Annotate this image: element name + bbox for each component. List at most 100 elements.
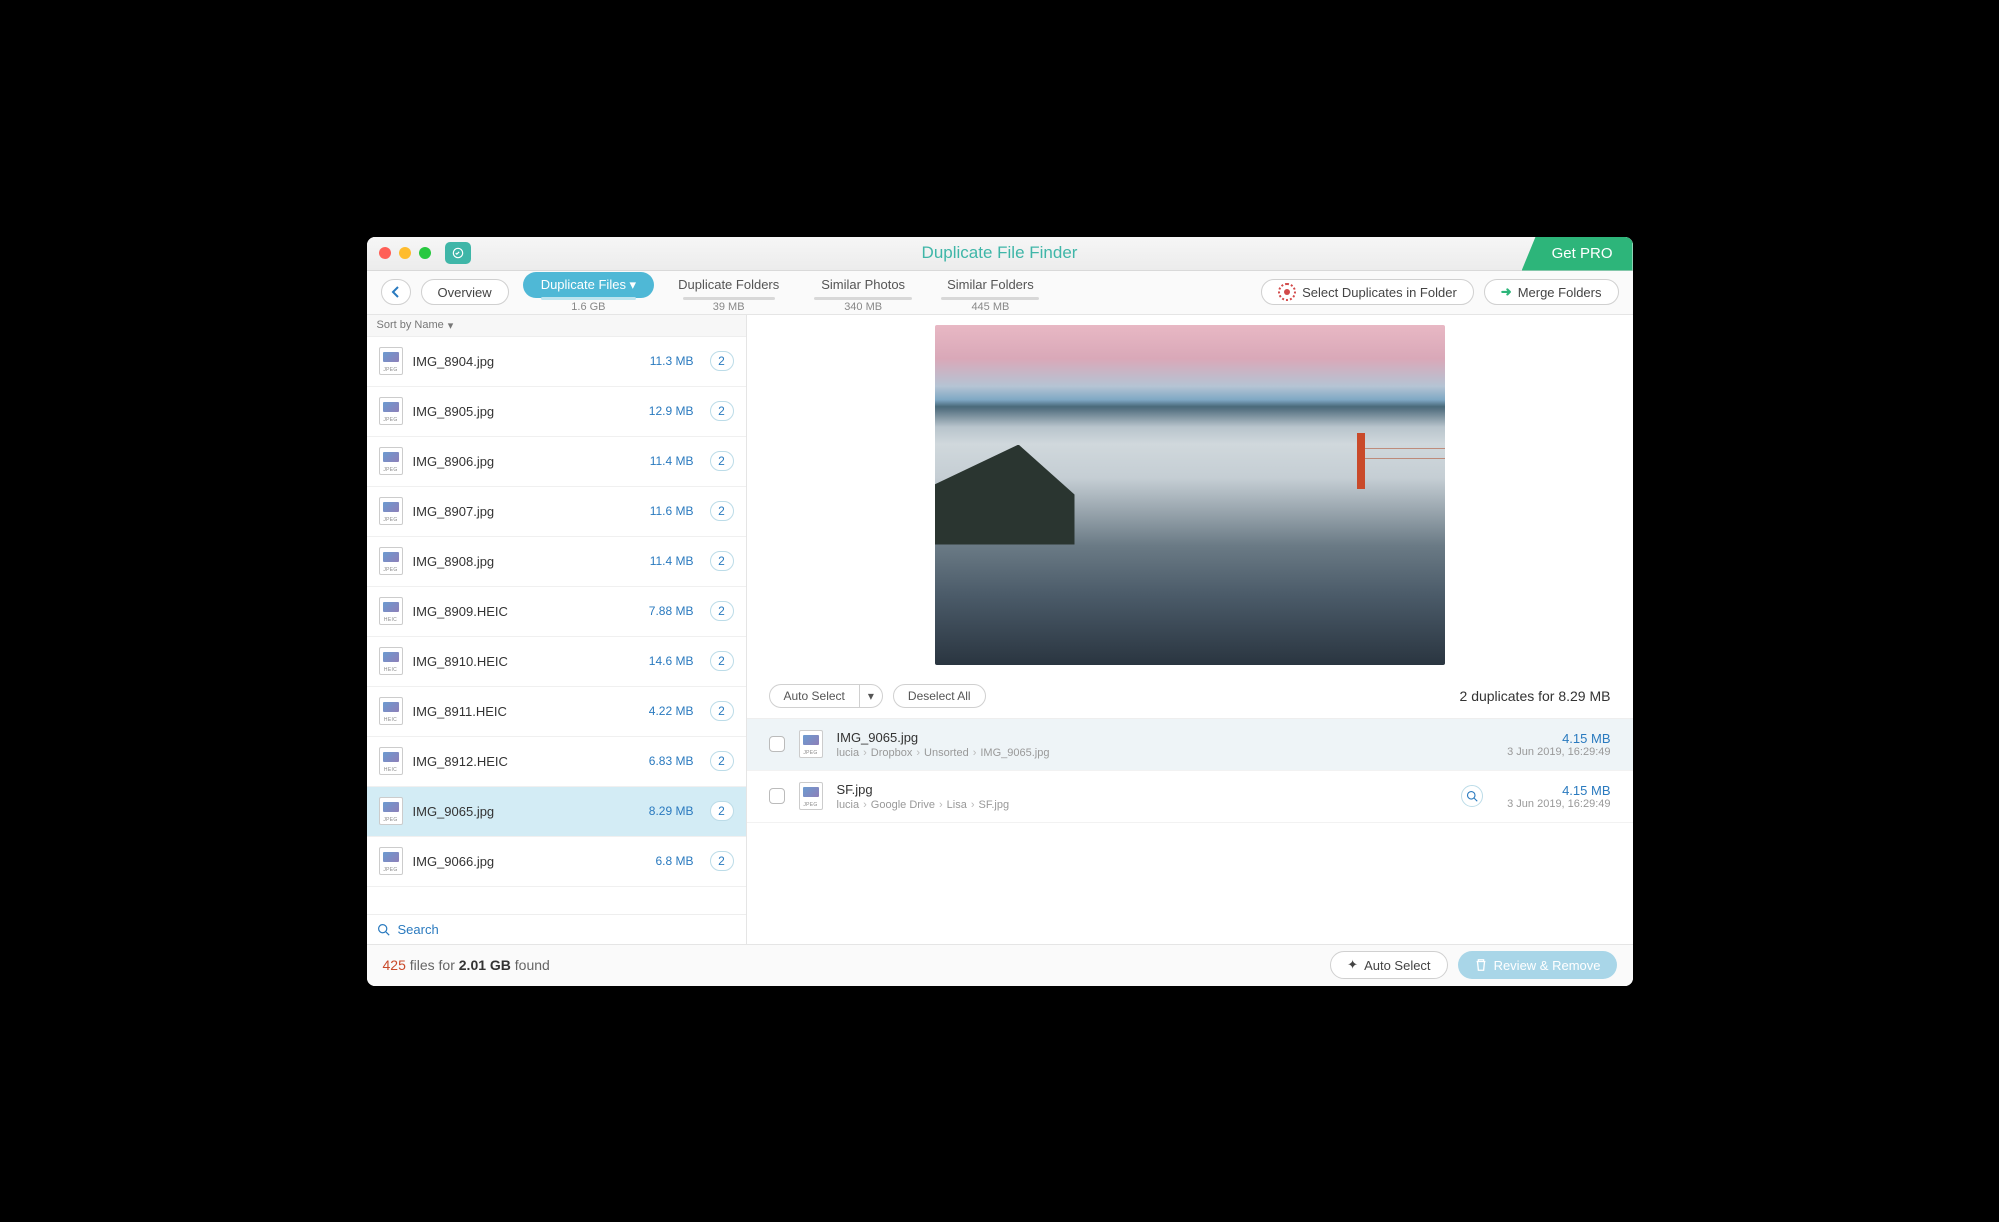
tab-similar-photos[interactable]: Similar Photos340 MB [803, 272, 923, 313]
deselect-all-button[interactable]: Deselect All [893, 684, 986, 708]
file-icon [379, 697, 403, 725]
wand-icon: ✦ [1347, 957, 1358, 973]
file-row[interactable]: IMG_9066.jpg6.8 MB2 [367, 837, 746, 887]
file-size: 8.29 MB [649, 804, 694, 818]
duplicate-count-badge: 2 [710, 651, 734, 671]
get-pro-button[interactable]: Get PRO [1522, 237, 1633, 271]
file-name: IMG_8910.HEIC [413, 654, 639, 669]
file-name: IMG_8911.HEIC [413, 704, 639, 719]
duplicate-list: IMG_9065.jpglucia›Dropbox›Unsorted›IMG_9… [747, 719, 1633, 944]
file-name: IMG_8904.jpg [413, 354, 640, 369]
auto-select-button[interactable]: Auto Select [769, 684, 859, 708]
file-icon [379, 797, 403, 825]
file-name: IMG_8906.jpg [413, 454, 640, 469]
duplicate-count-badge: 2 [710, 401, 734, 421]
window-title: Duplicate File Finder [367, 243, 1633, 263]
duplicate-count-badge: 2 [710, 351, 734, 371]
file-name: IMG_8909.HEIC [413, 604, 639, 619]
trash-icon [1474, 958, 1488, 972]
file-row[interactable]: IMG_8907.jpg11.6 MB2 [367, 487, 746, 537]
search-field[interactable]: Search [367, 914, 746, 944]
duplicate-meta: 4.15 MB3 Jun 2019, 16:29:49 [1507, 783, 1610, 810]
status-bar: 425 files for 2.01 GB found ✦ Auto Selec… [367, 944, 1633, 986]
select-duplicates-label: Select Duplicates in Folder [1302, 285, 1457, 300]
close-button[interactable] [379, 247, 391, 259]
file-size: 11.3 MB [650, 354, 694, 368]
file-list-panel: Sort by Name ▾ IMG_8904.jpg11.3 MB2IMG_8… [367, 315, 747, 944]
file-size: 11.4 MB [650, 454, 694, 468]
file-row[interactable]: IMG_8906.jpg 11.4 MB 2 [367, 437, 746, 487]
file-size: 12.9 MB [649, 404, 694, 418]
duplicate-path: lucia›Google Drive›Lisa›SF.jpg [837, 799, 1448, 811]
duplicate-row[interactable]: SF.jpglucia›Google Drive›Lisa›SF.jpg4.15… [747, 771, 1633, 823]
file-icon [379, 447, 403, 475]
titlebar: Duplicate File Finder Get PRO [367, 237, 1633, 271]
app-icon [445, 242, 471, 264]
file-size: 11.4 MB [650, 554, 694, 568]
duplicate-row[interactable]: IMG_9065.jpglucia›Dropbox›Unsorted›IMG_9… [747, 719, 1633, 771]
duplicate-path: lucia›Dropbox›Unsorted›IMG_9065.jpg [837, 747, 1494, 759]
file-row[interactable]: IMG_8908.jpg11.4 MB2 [367, 537, 746, 587]
duplicate-count-badge: 2 [710, 501, 734, 521]
file-row[interactable]: IMG_8911.HEIC 4.22 MB 2 [367, 687, 746, 737]
category-tabs: Duplicate Files ▾1.6 GBDuplicate Folders… [523, 272, 1052, 313]
tab-size: 39 MB [713, 301, 745, 313]
select-duplicates-in-folder-button[interactable]: Select Duplicates in Folder [1261, 279, 1474, 305]
duplicate-count-badge: 2 [710, 801, 734, 821]
select-checkbox[interactable] [769, 788, 785, 804]
sort-dropdown[interactable]: Sort by Name ▾ [367, 315, 746, 337]
overview-button[interactable]: Overview [421, 279, 509, 305]
sort-label: Sort by Name [377, 319, 444, 331]
chevron-down-icon: ▾ [448, 319, 454, 332]
review-remove-label: Review & Remove [1494, 958, 1601, 973]
duplicate-summary: 2 duplicates for 8.29 MB [1460, 688, 1611, 704]
zoom-button[interactable] [419, 247, 431, 259]
merge-folders-button[interactable]: ➜ Merge Folders [1484, 279, 1619, 305]
quicklook-button[interactable] [1461, 785, 1483, 807]
duplicate-date: 3 Jun 2019, 16:29:49 [1507, 798, 1610, 810]
file-icon [379, 497, 403, 525]
file-row[interactable]: IMG_8912.HEIC6.83 MB2 [367, 737, 746, 787]
file-name: IMG_8908.jpg [413, 554, 640, 569]
merge-folders-label: Merge Folders [1518, 285, 1602, 300]
file-name: IMG_8905.jpg [413, 404, 639, 419]
tab-duplicate-folders[interactable]: Duplicate Folders 39 MB [660, 272, 797, 313]
file-icon [379, 647, 403, 675]
file-list[interactable]: IMG_8904.jpg 11.3 MB 2 IMG_8905.jpg 12.9 MB 2… [367, 337, 746, 914]
minimize-button[interactable] [399, 247, 411, 259]
review-remove-button[interactable]: Review & Remove [1458, 951, 1617, 979]
preview-image [935, 325, 1445, 665]
duplicate-count-badge: 2 [710, 701, 734, 721]
tab-size: 340 MB [844, 301, 882, 313]
tab-size: 445 MB [971, 301, 1009, 313]
tab-label: Duplicate Folders [660, 272, 797, 298]
file-row[interactable]: IMG_9065.jpg 8.29 MB 2 [367, 787, 746, 837]
duplicate-count-badge: 2 [710, 451, 734, 471]
duplicate-info: IMG_9065.jpglucia›Dropbox›Unsorted›IMG_9… [837, 730, 1494, 759]
auto-select-dropdown[interactable]: ▾ [859, 684, 883, 708]
file-icon [379, 597, 403, 625]
merge-icon: ➜ [1501, 284, 1512, 300]
auto-select-split-button: Auto Select ▾ [769, 684, 883, 708]
tab-duplicate-files[interactable]: Duplicate Files ▾1.6 GB [523, 272, 654, 313]
duplicate-count-badge: 2 [710, 851, 734, 871]
file-name: IMG_9065.jpg [413, 804, 639, 819]
file-row[interactable]: IMG_8909.HEIC7.88 MB2 [367, 587, 746, 637]
file-icon [379, 547, 403, 575]
duplicate-count-badge: 2 [710, 601, 734, 621]
image-preview [747, 315, 1633, 675]
file-row[interactable]: IMG_8905.jpg 12.9 MB 2 [367, 387, 746, 437]
back-button[interactable] [381, 279, 411, 305]
file-icon [379, 847, 403, 875]
tab-similar-folders[interactable]: Similar Folders445 MB [929, 272, 1052, 313]
select-checkbox[interactable] [769, 736, 785, 752]
duplicate-actions-bar: Auto Select ▾ Deselect All 2 duplicates … [747, 675, 1633, 719]
app-window: Duplicate File Finder Get PRO Overview D… [367, 237, 1633, 986]
file-row[interactable]: IMG_8910.HEIC14.6 MB2 [367, 637, 746, 687]
file-count-summary: 425 files for 2.01 GB found [383, 957, 550, 973]
file-size: 4.22 MB [649, 704, 694, 718]
file-icon [799, 782, 823, 810]
file-icon [799, 730, 823, 758]
file-row[interactable]: IMG_8904.jpg 11.3 MB 2 [367, 337, 746, 387]
footer-auto-select-button[interactable]: ✦ Auto Select [1330, 951, 1447, 979]
